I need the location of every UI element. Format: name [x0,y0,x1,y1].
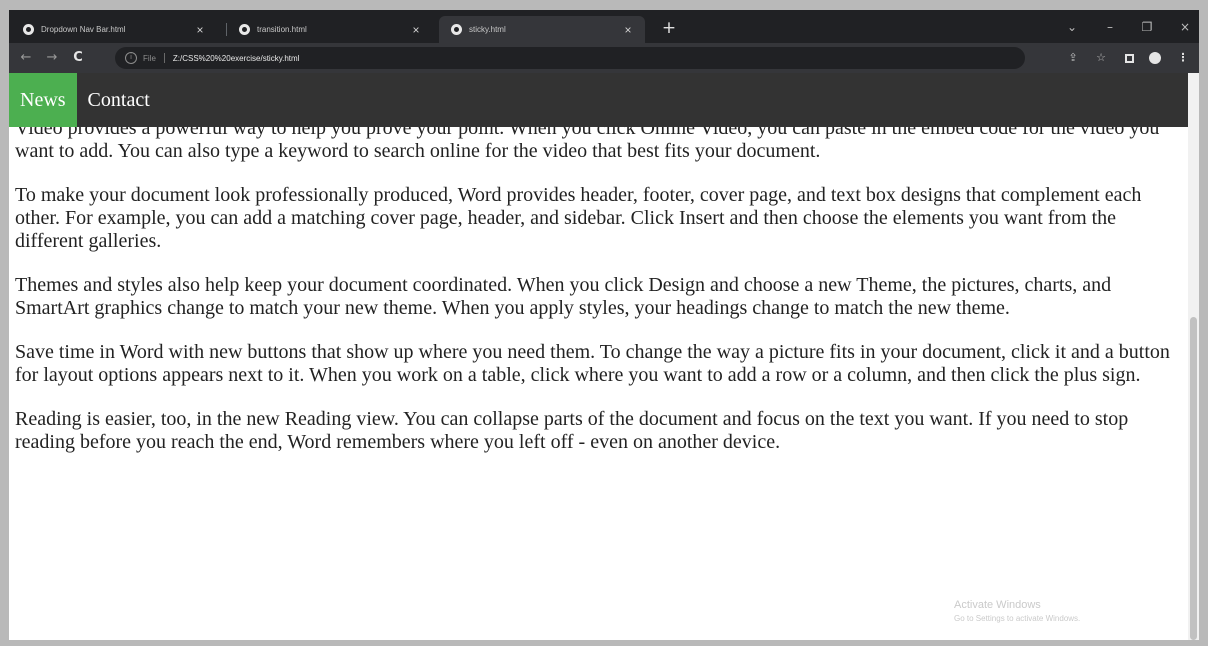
paragraph: Themes and styles also help keep your do… [15,274,1112,319]
share-icon[interactable]: ⇪ [1065,50,1081,66]
maximize-button[interactable]: ❐ [1134,17,1160,37]
address-scheme: File [143,53,156,63]
globe-icon [239,24,250,35]
menu-kebab-icon[interactable]: ⋮ [1175,50,1191,66]
nav-link-news[interactable]: News [9,73,77,127]
new-tab-button[interactable]: + [659,18,679,38]
tab-dropdown-nav-bar[interactable]: Dropdown Nav Bar.html × [11,16,217,43]
globe-icon [451,24,462,35]
page-content: Video provides a powerful way to help yo… [15,117,1187,475]
address-url[interactable]: Z:/CSS%20%20exercise/sticky.html [173,54,300,63]
paragraph: Save time in Word with new buttons that … [15,341,1170,386]
info-icon[interactable]: i [125,52,137,64]
tab-sticky[interactable]: sticky.html × [439,16,645,43]
tab-search-button[interactable]: ⌄ [1059,17,1085,37]
back-button[interactable]: ← [17,49,35,67]
minimize-button[interactable]: – [1097,17,1123,37]
activate-windows-watermark: Activate Windows Go to Settings to activ… [954,599,1080,623]
tab-title: Dropdown Nav Bar.html [41,25,126,34]
address-bar[interactable]: i File Z:/CSS%20%20exercise/sticky.html [115,47,1025,69]
forward-button[interactable]: → [43,49,61,67]
tab-title: sticky.html [469,25,506,34]
scrollbar-thumb[interactable] [1190,317,1197,640]
profile-avatar-icon[interactable] [1147,50,1163,66]
close-icon[interactable]: × [619,23,637,37]
tab-strip: Dropdown Nav Bar.html × transition.html … [9,10,1199,43]
reload-button[interactable]: C [69,49,87,67]
close-icon[interactable]: × [407,23,425,37]
browser-window: Dropdown Nav Bar.html × transition.html … [9,10,1199,640]
page-viewport: News Contact Video provides a powerful w… [9,73,1199,640]
address-divider [163,53,165,63]
tab-title: transition.html [257,25,307,34]
watermark-title: Activate Windows [954,599,1041,611]
close-icon[interactable]: × [191,23,209,37]
side-panel-icon[interactable] [1121,50,1137,66]
watermark-subtitle: Go to Settings to activate Windows. [954,614,1081,623]
tab-transition[interactable]: transition.html × [227,16,433,43]
close-window-button[interactable]: × [1172,17,1198,37]
vertical-scrollbar[interactable] [1188,73,1199,640]
paragraph: Reading is easier, too, in the new Readi… [15,408,1129,453]
sticky-navbar: News Contact [9,73,1199,127]
paragraph: To make your document look professionall… [15,184,1142,252]
bookmark-star-icon[interactable]: ☆ [1093,50,1109,66]
globe-icon [23,24,34,35]
browser-toolbar: ← → C i File Z:/CSS%20%20exercise/sticky… [9,43,1199,73]
nav-link-contact[interactable]: Contact [77,73,161,127]
